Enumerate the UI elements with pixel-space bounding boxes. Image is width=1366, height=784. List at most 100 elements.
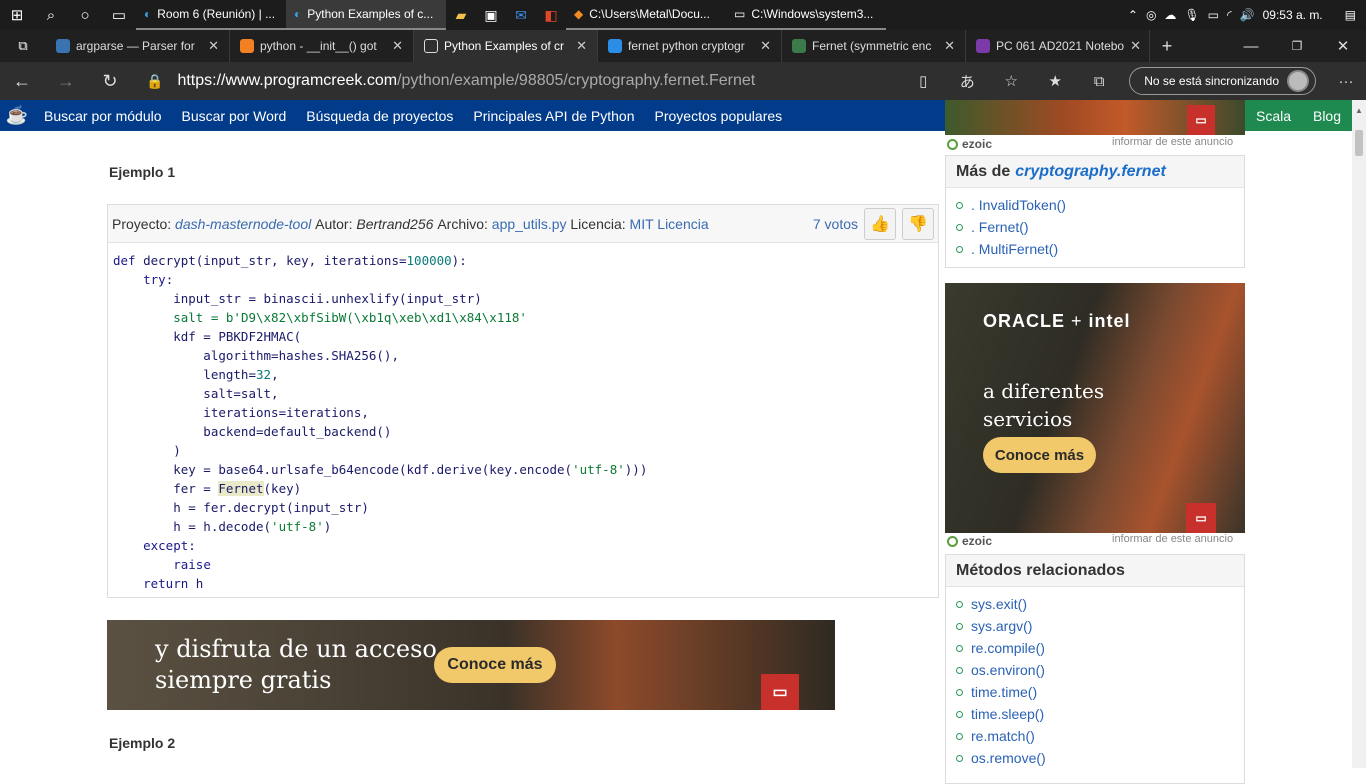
wifi-icon[interactable]: ◜ bbox=[1227, 8, 1232, 22]
taskbar-app-sublime[interactable]: ◆ C:\Users\Metal\Docu... bbox=[566, 0, 726, 30]
code-example-1: Proyecto: dash-masternode-tool Autor: Be… bbox=[107, 204, 939, 598]
reading-view-icon[interactable]: ▯ bbox=[903, 62, 943, 100]
close-icon[interactable]: ✕ bbox=[760, 38, 771, 54]
translate-icon[interactable]: あ bbox=[947, 62, 987, 100]
docs-icon bbox=[792, 39, 806, 53]
close-icon[interactable]: ✕ bbox=[944, 38, 955, 54]
related-item[interactable]: os.remove() bbox=[956, 747, 1244, 769]
forward-icon[interactable]: → bbox=[44, 62, 88, 100]
refresh-icon[interactable]: ↻ bbox=[88, 62, 132, 100]
tab-actions-icon[interactable]: ⧉ bbox=[0, 31, 46, 61]
related-item[interactable]: sys.exit() bbox=[956, 593, 1244, 615]
tab-argparse[interactable]: argparse — Parser for ✕ bbox=[46, 30, 230, 62]
volume-icon[interactable]: 🔊 bbox=[1240, 8, 1255, 22]
close-icon[interactable]: ✕ bbox=[576, 38, 587, 54]
clock[interactable]: 09:53 a. m. bbox=[1263, 8, 1323, 22]
tab-stackoverflow[interactable]: python - __init__() got ✕ bbox=[230, 30, 414, 62]
advertisement-banner[interactable]: y disfruta de un acceso siempre gratis C… bbox=[107, 620, 835, 710]
search-icon[interactable]: ⌕ bbox=[34, 0, 68, 30]
onedrive-icon[interactable]: ☁ bbox=[1164, 8, 1176, 22]
scroll-up-icon[interactable]: ▲ bbox=[1355, 106, 1363, 115]
ezoic-label: ezoic bbox=[947, 137, 992, 151]
related-item[interactable]: sys.argv() bbox=[956, 615, 1244, 637]
add-favorite-icon[interactable]: ☆ bbox=[991, 62, 1031, 100]
page-scrollbar[interactable]: ▲ bbox=[1352, 100, 1366, 768]
office-icon[interactable]: ◧ bbox=[536, 0, 566, 30]
oracle-logo-icon: ▭ bbox=[1186, 503, 1216, 533]
nav-busqueda-proyectos[interactable]: Búsqueda de proyectos bbox=[296, 108, 463, 124]
close-icon[interactable]: ✕ bbox=[208, 38, 219, 54]
tab-python-examples[interactable]: Python Examples of cr ✕ bbox=[414, 30, 598, 62]
battery-icon[interactable]: ▭ bbox=[1208, 8, 1219, 22]
edge-icon: ◐ bbox=[144, 7, 152, 21]
notifications-icon[interactable]: ▤ bbox=[1345, 8, 1356, 22]
python-icon bbox=[56, 39, 70, 53]
more-item-multifernet[interactable]: . MultiFernet() bbox=[956, 238, 1244, 260]
license-link[interactable]: MIT Licencia bbox=[630, 216, 709, 232]
sidebar-top-ad[interactable]: ▭ bbox=[945, 100, 1245, 135]
related-item[interactable]: os.environ() bbox=[956, 659, 1244, 681]
report-ad-link[interactable]: informar de este anuncio bbox=[1112, 136, 1233, 148]
code-line: fer = Fernet(key) bbox=[113, 481, 302, 496]
banner-text: y disfruta de un acceso siempre gratis bbox=[155, 635, 437, 694]
tab-bing-search[interactable]: fernet python cryptogr ✕ bbox=[598, 30, 782, 62]
taskbar-app-edge-python[interactable]: ◐ Python Examples of c... bbox=[286, 0, 446, 30]
related-item[interactable]: time.sleep() bbox=[956, 703, 1244, 725]
nav-scala[interactable]: Scala bbox=[1256, 108, 1291, 124]
tab-fernet-docs[interactable]: Fernet (symmetric enc ✕ bbox=[782, 30, 966, 62]
close-icon[interactable]: ✕ bbox=[1130, 38, 1141, 54]
related-item[interactable]: time.time() bbox=[956, 681, 1244, 703]
file-link[interactable]: app_utils.py bbox=[492, 216, 567, 232]
programcreek-logo-icon[interactable]: ☕ bbox=[0, 100, 34, 131]
profile-sync-button[interactable]: No se está sincronizando bbox=[1129, 67, 1316, 95]
banner-cta-button[interactable]: Conoce más bbox=[434, 647, 556, 683]
ad-cta-button[interactable]: Conoce más bbox=[983, 437, 1096, 473]
back-icon[interactable]: ← bbox=[0, 62, 44, 100]
oracle-intel-ad[interactable]: ORACLE + intel a diferentes servicios Co… bbox=[945, 283, 1245, 533]
tab-onenote[interactable]: PC 061 AD2021 Notebo ✕ bbox=[966, 30, 1150, 62]
windows-start-icon[interactable]: ⊞ bbox=[0, 0, 34, 30]
project-link[interactable]: dash-masternode-tool bbox=[175, 216, 311, 232]
url-host: www.programcreek.com bbox=[225, 72, 398, 89]
taskbar-app-cmd[interactable]: ▭ C:\Windows\system3... bbox=[726, 0, 886, 30]
new-tab-icon[interactable]: + bbox=[1150, 31, 1184, 61]
file-explorer-icon[interactable]: ▰ bbox=[446, 0, 476, 30]
related-item[interactable]: re.compile() bbox=[956, 637, 1244, 659]
report-ad-link[interactable]: informar de este anuncio bbox=[1112, 533, 1233, 545]
more-item-invalidtoken[interactable]: . InvalidToken() bbox=[956, 194, 1244, 216]
close-icon[interactable]: ✕ bbox=[392, 38, 403, 54]
taskbar-app-edge-room6[interactable]: ◐ Room 6 (Reunión) | ... bbox=[136, 0, 286, 30]
thumbs-down-icon[interactable]: 👎 bbox=[902, 207, 934, 240]
thumbs-up-icon[interactable]: 👍 bbox=[864, 207, 896, 240]
more-item-fernet[interactable]: . Fernet() bbox=[956, 216, 1244, 238]
nav-principales-api[interactable]: Principales API de Python bbox=[463, 108, 644, 124]
nav-buscar-modulo[interactable]: Buscar por módulo bbox=[34, 108, 172, 124]
nav-buscar-word[interactable]: Buscar por Word bbox=[172, 108, 297, 124]
url-field[interactable]: 🔒 https://www.programcreek.com/python/ex… bbox=[146, 66, 920, 96]
scrollbar-thumb[interactable] bbox=[1355, 130, 1363, 156]
onenote-icon bbox=[976, 39, 990, 53]
store-icon[interactable]: ▣ bbox=[476, 0, 506, 30]
favorites-icon[interactable]: ★ bbox=[1035, 62, 1075, 100]
close-window-icon[interactable]: ✕ bbox=[1320, 31, 1366, 61]
code-line: length=32, bbox=[113, 367, 279, 382]
code-line: try: bbox=[143, 272, 174, 287]
cmd-icon: ▭ bbox=[734, 7, 746, 21]
chevron-up-icon[interactable]: ⌃ bbox=[1128, 8, 1138, 22]
nav-proyectos-populares[interactable]: Proyectos populares bbox=[645, 108, 793, 124]
code-line: salt = b'D9\x82\xbfSibW(\xb1q\xeb\xd1\x8… bbox=[113, 310, 527, 325]
package-link[interactable]: cryptography.fernet bbox=[1015, 163, 1166, 181]
related-item[interactable]: re.match() bbox=[956, 725, 1244, 747]
nav-blog[interactable]: Blog bbox=[1313, 108, 1341, 124]
browser-tab-bar: ⧉ argparse — Parser for ✕ python - __ini… bbox=[0, 30, 1366, 62]
minimize-icon[interactable]: — bbox=[1228, 31, 1274, 61]
collections-icon[interactable]: ⧉ bbox=[1079, 62, 1119, 100]
meet-now-icon[interactable]: ◎ bbox=[1146, 8, 1156, 22]
task-view-icon[interactable]: ▭ bbox=[102, 0, 136, 30]
mail-icon[interactable]: ✉ bbox=[506, 0, 536, 30]
code-line: except: bbox=[143, 538, 196, 553]
more-options-icon[interactable]: ··· bbox=[1326, 62, 1366, 100]
microphone-icon[interactable]: 🎙 bbox=[1184, 8, 1199, 22]
restore-icon[interactable]: ❐ bbox=[1274, 31, 1320, 61]
cortana-icon[interactable]: ○ bbox=[68, 0, 102, 30]
